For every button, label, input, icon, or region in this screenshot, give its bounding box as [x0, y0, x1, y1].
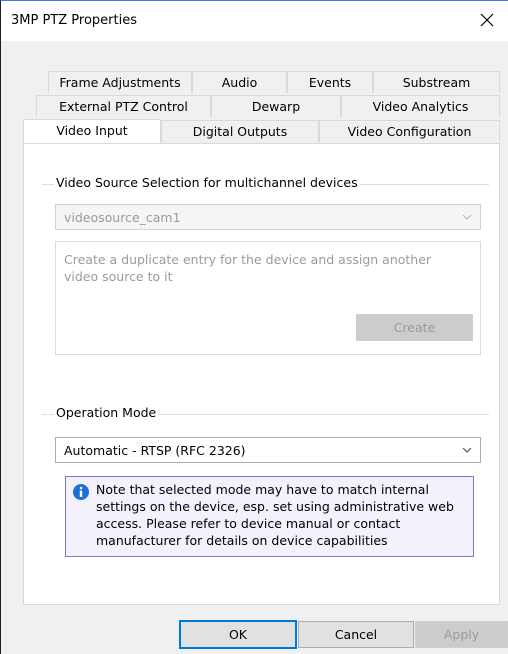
tab-video-analytics[interactable]: Video Analytics — [341, 95, 500, 117]
create-button[interactable]: Create — [356, 314, 473, 341]
tab-external-ptz-control[interactable]: External PTZ Control — [36, 95, 211, 117]
operation-mode-select[interactable]: Automatic - RTSP (RFC 2326) — [55, 437, 481, 463]
video-source-selected-value: videosource_cam1 — [64, 209, 181, 225]
ok-button[interactable]: OK — [179, 620, 297, 649]
tab-video-configuration[interactable]: Video Configuration — [319, 120, 500, 142]
video-source-select[interactable]: videosource_cam1 — [55, 204, 481, 230]
tab-panel-video-input: Video Source Selection for multichannel … — [23, 143, 500, 605]
video-source-help-box: Create a duplicate entry for the device … — [55, 241, 481, 355]
properties-dialog: 3MP PTZ Properties Frame Adjustments Aud… — [0, 0, 508, 654]
tab-digital-outputs[interactable]: Digital Outputs — [161, 120, 319, 142]
tab-frame-adjustments[interactable]: Frame Adjustments — [48, 71, 192, 93]
video-source-help-text: Create a duplicate entry for the device … — [64, 252, 432, 284]
tab-dewarp[interactable]: Dewarp — [211, 95, 341, 117]
close-button[interactable] — [472, 7, 502, 33]
cancel-button[interactable]: Cancel — [298, 621, 414, 648]
tab-events[interactable]: Events — [287, 71, 373, 93]
tab-audio[interactable]: Audio — [192, 71, 287, 93]
title-bar: 3MP PTZ Properties — [1, 1, 508, 41]
chevron-down-icon — [462, 214, 472, 220]
operation-mode-group-label: Operation Mode — [54, 405, 159, 420]
chevron-down-icon — [462, 447, 472, 453]
operation-mode-note-box: Note that selected mode may have to matc… — [65, 476, 474, 557]
operation-mode-note-text: Note that selected mode may have to matc… — [96, 482, 454, 548]
close-icon — [480, 13, 494, 27]
tab-substream[interactable]: Substream — [373, 71, 500, 93]
operation-mode-selected-value: Automatic - RTSP (RFC 2326) — [64, 442, 246, 458]
apply-button[interactable]: Apply — [415, 621, 508, 648]
info-icon — [73, 484, 89, 500]
video-source-group-label: Video Source Selection for multichannel … — [54, 175, 360, 190]
tab-video-input[interactable]: Video Input — [23, 119, 161, 143]
window-title: 3MP PTZ Properties — [11, 13, 137, 28]
